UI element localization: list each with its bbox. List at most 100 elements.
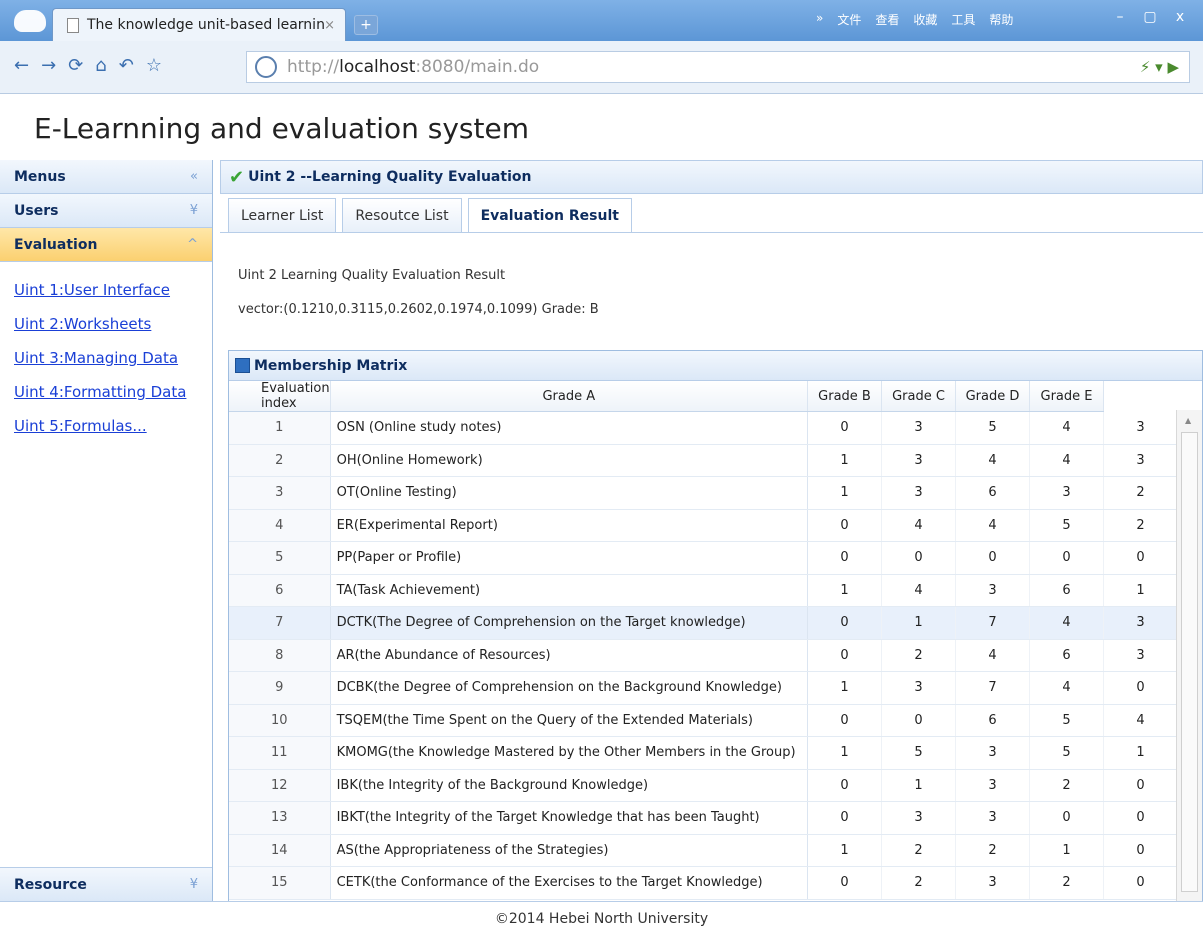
maximize-button[interactable]: ▢	[1137, 6, 1163, 28]
table-row[interactable]: 5 PP(Paper or Profile) 0 0 0 0 0	[229, 541, 1178, 575]
table-row[interactable]: 14 AS(the Appropriateness of the Strategi…	[229, 834, 1178, 867]
address-bar[interactable]: http://localhost:8080/main.do ⚡ ▾ ▶	[246, 51, 1190, 83]
tab-bar: The knowledge unit-based learnin × + » 文…	[0, 0, 1203, 41]
grade-cell: 3	[955, 736, 1030, 770]
grade-cell: 0	[807, 704, 882, 737]
tab-evaluation-result[interactable]: Evaluation Result	[467, 198, 632, 233]
grade-cell: 3	[881, 801, 956, 835]
table-row[interactable]: 12 IBK(the Integrity of the Background Kn…	[229, 769, 1178, 802]
membership-table: Evaluation index Grade A Grade B Grade C…	[229, 381, 1178, 900]
scroll-thumb[interactable]	[1181, 432, 1198, 892]
table-row[interactable]: 1 OSN (Online study notes) 0 3 5 4 3	[229, 411, 1178, 445]
table-row[interactable]: 11 KMOMG(the Knowledge Mastered by the Ot…	[229, 736, 1178, 770]
grade-cell: 0	[1103, 541, 1178, 575]
close-tab-icon[interactable]: ×	[324, 18, 335, 33]
vertical-scrollbar[interactable]: ▲	[1176, 410, 1202, 902]
grade-cell: 3	[1103, 444, 1178, 477]
evaluation-index-cell: DCTK(The Degree of Comprehension on the …	[330, 606, 809, 640]
nav-buttons: ← → ⟳ ⌂ ↶ ☆	[14, 55, 162, 76]
table-row[interactable]: 6 TA(Task Achievement) 1 4 3 6 1	[229, 574, 1178, 607]
unit-4-link[interactable]: Uint 4:Formatting Data	[14, 380, 198, 405]
row-number: 9	[229, 671, 331, 705]
menu-help[interactable]: 帮助	[989, 11, 1013, 28]
home-icon[interactable]: ⌂	[95, 55, 106, 76]
grade-cell: 6	[955, 704, 1030, 737]
grade-cell: 0	[1103, 834, 1178, 867]
table-row[interactable]: 2 OH(Online Homework) 1 3 4 4 3	[229, 444, 1178, 477]
grade-cell: 0	[1103, 866, 1178, 900]
table-row[interactable]: 10 TSQEM(the Time Spent on the Query of t…	[229, 704, 1178, 737]
column-header[interactable]: Evaluation index	[229, 381, 331, 412]
grade-cell: 4	[955, 639, 1030, 672]
grade-cell: 0	[807, 866, 882, 900]
table-header-row: Evaluation index Grade A Grade B Grade C…	[229, 381, 1178, 412]
evaluation-index-cell: IBK(the Integrity of the Background Know…	[330, 769, 809, 802]
evaluation-index-cell: AR(the Abundance of Resources)	[330, 639, 809, 672]
menu-tools[interactable]: 工具	[951, 11, 975, 28]
grade-cell: 3	[1103, 606, 1178, 640]
menu-file[interactable]: 文件	[837, 11, 861, 28]
address-actions-icon[interactable]: ⚡ ▾ ▶	[1140, 58, 1179, 76]
close-window-button[interactable]: x	[1167, 6, 1193, 28]
grade-cell: 0	[807, 541, 882, 575]
row-number: 13	[229, 801, 331, 835]
row-number: 2	[229, 444, 331, 477]
grade-cell: 0	[807, 769, 882, 802]
grade-cell: 0	[807, 411, 882, 445]
column-header[interactable]: Grade E	[1029, 381, 1104, 412]
table-row[interactable]: 8 AR(the Abundance of Resources) 0 2 4 6 3	[229, 639, 1178, 672]
check-icon: ✔	[229, 166, 245, 188]
grade-cell: 7	[955, 671, 1030, 705]
table-row[interactable]: 3 OT(Online Testing) 1 3 6 3 2	[229, 476, 1178, 510]
grade-cell: 4	[955, 444, 1030, 477]
menu-view[interactable]: 查看	[875, 11, 899, 28]
sidebar-evaluation-label: Evaluation	[14, 236, 98, 253]
column-header[interactable]: Grade A	[330, 381, 809, 412]
row-number: 7	[229, 606, 331, 640]
row-number: 4	[229, 509, 331, 542]
grade-cell: 3	[881, 411, 956, 445]
grade-cell: 2	[1103, 509, 1178, 542]
matrix-header: Membership Matrix	[229, 351, 1202, 381]
new-tab-button[interactable]: +	[354, 15, 378, 35]
column-header[interactable]: Grade C	[881, 381, 956, 412]
minimize-button[interactable]: –	[1107, 6, 1133, 28]
forward-icon[interactable]: →	[41, 55, 56, 76]
menu-favorites[interactable]: 收藏	[913, 11, 937, 28]
sidebar-menus-header[interactable]: Menus «	[0, 160, 212, 194]
refresh-icon[interactable]: ⟳	[68, 55, 83, 76]
tab-learner-list[interactable]: Learner List	[228, 198, 337, 232]
unit-link-list: Uint 1:User Interface Uint 2:Worksheets …	[0, 262, 212, 464]
back-icon[interactable]: ←	[14, 55, 29, 76]
table-row[interactable]: 13 IBKT(the Integrity of the Target Knowl…	[229, 801, 1178, 835]
sidebar-item-users[interactable]: Users ¥	[0, 194, 212, 228]
unit-2-link[interactable]: Uint 2:Worksheets	[14, 312, 198, 337]
column-header[interactable]: Grade D	[955, 381, 1030, 412]
grade-cell: 1	[807, 574, 882, 607]
menu-more[interactable]: »	[816, 11, 823, 28]
sidebar-item-resource[interactable]: Resource ¥	[0, 867, 212, 901]
tab-resource-list[interactable]: Resoutce List	[342, 198, 462, 232]
scroll-up-icon[interactable]: ▲	[1185, 416, 1191, 425]
unit-1-link[interactable]: Uint 1:User Interface	[14, 278, 198, 303]
sidebar-item-evaluation[interactable]: Evaluation ^	[0, 228, 212, 262]
column-header[interactable]: Grade B	[807, 381, 882, 412]
tab-divider	[220, 232, 1203, 233]
row-number: 8	[229, 639, 331, 672]
undo-icon[interactable]: ↶	[119, 55, 134, 76]
unit-5-link[interactable]: Uint 5:Formulas...	[14, 414, 198, 439]
grade-cell: 0	[881, 704, 956, 737]
table-row[interactable]: 9 DCBK(the Degree of Comprehension on the…	[229, 671, 1178, 705]
row-number: 5	[229, 541, 331, 575]
browser-tab[interactable]: The knowledge unit-based learnin ×	[52, 8, 346, 41]
sidebar: Menus « Users ¥ Evaluation ^ Uint 1:User…	[0, 160, 213, 901]
table-row[interactable]: 15 CETK(the Conformance of the Exercises …	[229, 866, 1178, 900]
collapse-left-icon[interactable]: «	[190, 169, 198, 184]
chevron-down-icon: ¥	[189, 203, 198, 218]
unit-3-link[interactable]: Uint 3:Managing Data	[14, 346, 198, 371]
table-row[interactable]: 7 DCTK(The Degree of Comprehension on the…	[229, 606, 1178, 640]
table-row[interactable]: 4 ER(Experimental Report) 0 4 4 5 2	[229, 509, 1178, 542]
favorite-star-icon[interactable]: ☆	[146, 55, 162, 76]
security-shield-icon	[255, 56, 277, 78]
grade-cell: 1	[1103, 736, 1178, 770]
